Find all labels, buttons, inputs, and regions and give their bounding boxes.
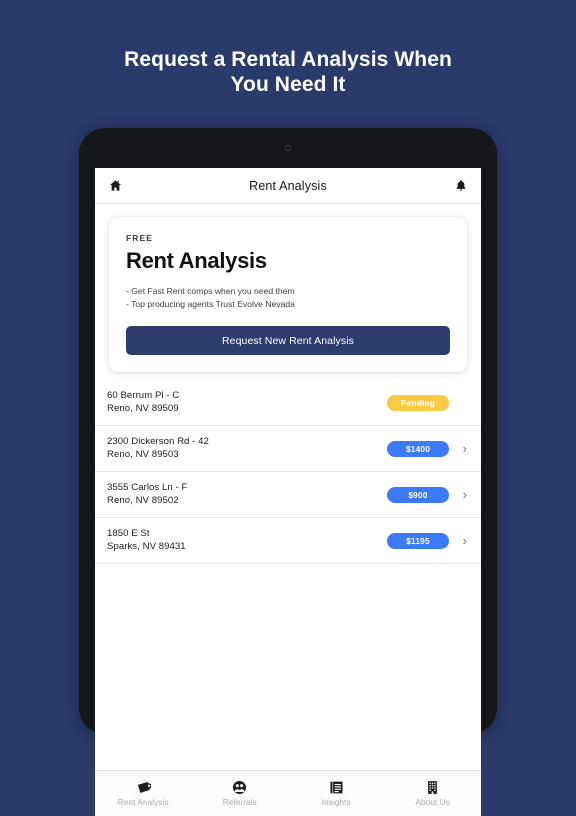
price-badge: $900 [387, 486, 449, 503]
address-line-2: Sparks, NV 89431 [107, 540, 186, 552]
promo-title: Rent Analysis [126, 248, 267, 273]
status-badge: Pending [387, 394, 449, 411]
tablet-device-frame: Rent Analysis FREE Rent Analysis - Get F… [79, 128, 497, 816]
device-screen: Rent Analysis FREE Rent Analysis - Get F… [95, 168, 481, 816]
address-line-2: Reno, NV 89502 [107, 494, 179, 506]
promo-bullet-list: - Get Fast Rent comps when you need them… [126, 285, 450, 311]
property-address: 1850 E St Sparks, NV 89431 [107, 528, 387, 553]
tab-rent-analysis[interactable]: Rent Analysis [95, 771, 192, 816]
address-line-2: Reno, NV 89509 [107, 402, 179, 414]
promo-bullet: - Get Fast Rent comps when you need them [126, 286, 295, 296]
chevron-right-icon[interactable]: › [449, 488, 467, 501]
property-address: 2300 Dickerson Rd - 42 Reno, NV 89503 [107, 436, 387, 461]
property-address: 3555 Carlos Ln - F Reno, NV 89502 [107, 482, 387, 507]
price-badge: $1195 [387, 532, 449, 549]
chevron-right-icon[interactable]: › [449, 534, 467, 547]
bottom-tab-bar: Rent Analysis Referrals Insights About U… [95, 770, 481, 816]
tab-label: Referrals [222, 798, 257, 807]
tab-referrals[interactable]: Referrals [192, 771, 289, 816]
list-item[interactable]: 60 Berrum Pl - C Reno, NV 89509 Pending … [95, 380, 481, 426]
property-address: 60 Berrum Pl - C Reno, NV 89509 [107, 390, 387, 415]
camera-dot-icon [285, 145, 291, 151]
address-line-1: 2300 Dickerson Rd - 42 [107, 436, 209, 447]
bell-icon[interactable] [455, 179, 467, 192]
tab-label: About Us [415, 798, 450, 807]
navbar-title: Rent Analysis [249, 178, 327, 193]
tab-label: Insights [321, 798, 351, 807]
app-content: FREE Rent Analysis - Get Fast Rent comps… [95, 204, 481, 770]
home-icon[interactable] [109, 179, 122, 192]
promo-bullet: - Top producing agents Trust Evolve Neva… [126, 299, 295, 309]
app-navbar: Rent Analysis [95, 168, 481, 204]
address-line-2: Reno, NV 89503 [107, 448, 179, 460]
address-line-1: 3555 Carlos Ln - F [107, 482, 188, 493]
price-badge: $1400 [387, 440, 449, 457]
page-title-line-1: Request a Rental Analysis When [124, 48, 452, 71]
tab-about-us[interactable]: About Us [385, 771, 482, 816]
address-line-1: 1850 E St [107, 528, 150, 539]
document-list-icon [329, 780, 344, 795]
list-item[interactable]: 1850 E St Sparks, NV 89431 $1195 › [95, 518, 481, 564]
tab-label: Rent Analysis [117, 798, 169, 807]
chevron-right-icon[interactable]: › [449, 442, 467, 455]
address-line-1: 60 Berrum Pl - C [107, 390, 180, 401]
page-title: Request a Rental Analysis When You Need … [0, 47, 576, 97]
list-item[interactable]: 2300 Dickerson Rd - 42 Reno, NV 89503 $1… [95, 426, 481, 472]
request-new-rent-analysis-button[interactable]: Request New Rent Analysis [126, 326, 450, 355]
promo-kicker: FREE [126, 233, 154, 243]
people-circle-icon [232, 780, 247, 795]
promo-card: FREE Rent Analysis - Get Fast Rent comps… [109, 217, 467, 372]
building-icon [425, 780, 440, 795]
tag-icon [136, 780, 152, 795]
tab-insights[interactable]: Insights [288, 771, 385, 816]
chevron-right-icon: › [449, 396, 467, 409]
list-item[interactable]: 3555 Carlos Ln - F Reno, NV 89502 $900 › [95, 472, 481, 518]
property-list: 60 Berrum Pl - C Reno, NV 89509 Pending … [95, 380, 481, 564]
page-title-line-2: You Need It [230, 73, 346, 96]
